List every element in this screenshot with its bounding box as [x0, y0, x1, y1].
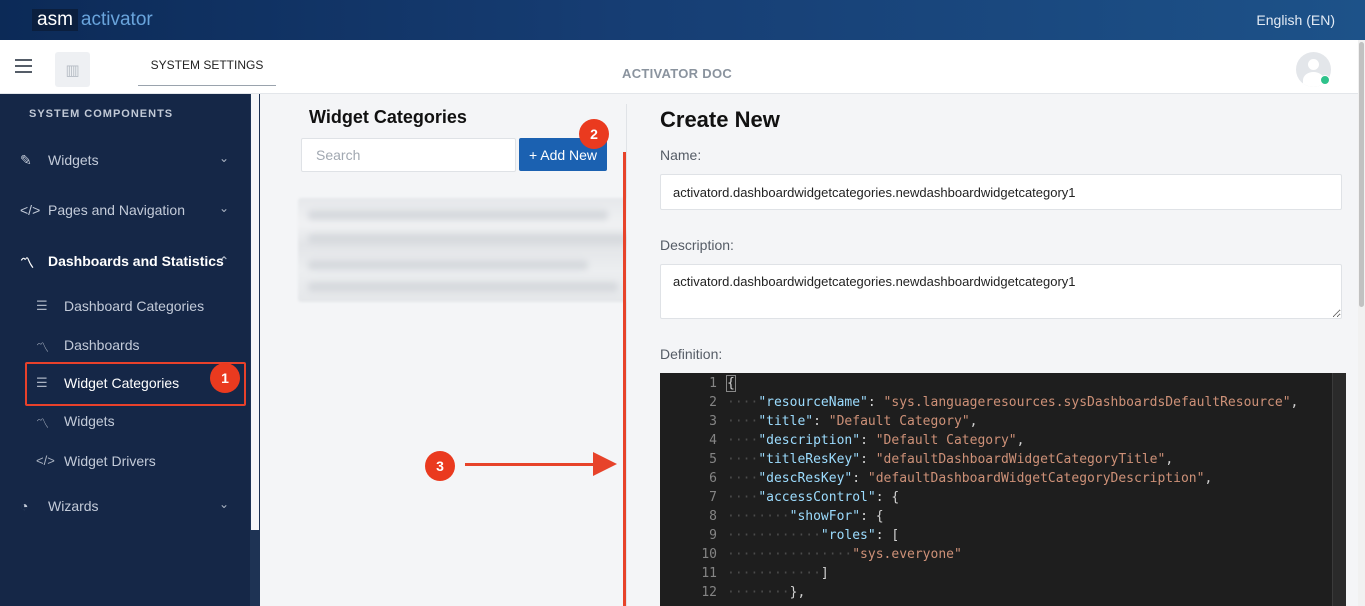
tab-system-settings[interactable]: SYSTEM SETTINGS: [138, 58, 276, 86]
line-number: 5: [709, 452, 717, 467]
chevron-down-icon: ⌄: [219, 201, 230, 215]
sidebar-subitem-dashboard-categories[interactable]: ☰ Dashboard Categories: [0, 291, 250, 321]
sidebar-subitem-label: Widgets: [64, 413, 115, 429]
sidebar-subitem-widgets[interactable]: 〽 Widgets: [0, 406, 250, 436]
code-icon: </>: [36, 453, 55, 468]
code-line[interactable]: 3 ····"title": "Default Category",: [660, 412, 1332, 431]
sidebar-scrollbar[interactable]: [250, 94, 260, 606]
code-line[interactable]: 1{: [660, 374, 1332, 393]
name-input[interactable]: [660, 174, 1342, 210]
line-number: 12: [701, 585, 717, 600]
code-line[interactable]: 8 ········"showFor": {: [660, 507, 1332, 526]
code-line[interactable]: 10 ················"sys.everyone": [660, 545, 1332, 564]
sidebar-item-widgets[interactable]: ✎ Widgets ⌄: [0, 143, 250, 177]
code-icon: </>: [20, 202, 41, 218]
definition-code-editor[interactable]: 1{2 ····"resourceName": "sys.languagereso…: [660, 373, 1346, 606]
code-text: ····"titleResKey": "defaultDashboardWidg…: [727, 452, 1174, 467]
chevron-down-icon: ⌄: [219, 497, 230, 511]
name-label: Name:: [660, 147, 702, 163]
line-number: 4: [709, 433, 717, 448]
online-status-icon: [1320, 75, 1330, 85]
step-3-badge: 3: [425, 451, 455, 481]
code-text: ········"showFor": {: [727, 509, 884, 524]
line-number: 3: [709, 414, 717, 429]
sidebar: SYSTEM COMPONENTS ✎ Widgets ⌄ </> Pages …: [0, 94, 250, 606]
code-line[interactable]: 12 ········},: [660, 583, 1332, 602]
description-textarea[interactable]: activatord.dashboardwidgetcategories.new…: [660, 264, 1342, 319]
sidebar-subitem-widget-drivers[interactable]: </> Widget Drivers: [0, 446, 250, 476]
list-check-icon: ☰: [36, 298, 48, 313]
definition-label: Definition:: [660, 346, 723, 362]
line-number: 9: [709, 528, 717, 543]
step-3-marker-line: [623, 152, 626, 606]
sidebar-item-wizards[interactable]: ◔ Wizards ⌄: [0, 489, 250, 523]
menu-toggle-icon[interactable]: [15, 59, 32, 73]
code-text: ····"descResKey": "defaultDashboardWidge…: [727, 471, 1213, 486]
wizard-icon: ◔: [20, 498, 29, 514]
building-icon[interactable]: ▥: [55, 52, 90, 87]
code-text: ····"accessControl": {: [727, 490, 900, 505]
app-header: ▥ SYSTEM SETTINGS ACTIVATOR DOC: [0, 40, 1358, 94]
code-text: ····"title": "Default Category",: [727, 414, 978, 429]
sidebar-heading: SYSTEM COMPONENTS: [29, 108, 174, 120]
page-title: ACTIVATOR DOC: [622, 66, 733, 81]
code-line[interactable]: 6 ····"descResKey": "defaultDashboardWidg…: [660, 469, 1332, 488]
line-number: 6: [709, 471, 717, 486]
code-text: ········},: [727, 585, 806, 600]
sidebar-subitem-label: Dashboard Categories: [64, 298, 205, 314]
sidebar-item-dashboards-and-statistics[interactable]: 〽 Dashboards and Statistics ⌃: [0, 244, 250, 278]
widget-categories-title: Widget Categories: [309, 107, 467, 127]
sidebar-subitem-label: Dashboards: [64, 337, 140, 353]
app-logo[interactable]: asm activator: [32, 9, 153, 31]
step-3-arrow-icon: [465, 463, 595, 466]
sidebar-item-label: Pages and Navigation: [48, 202, 185, 218]
search-input[interactable]: [301, 138, 516, 172]
line-number: 10: [701, 547, 717, 562]
sidebar-item-label: Wizards: [48, 498, 99, 514]
step-1-badge: 1: [210, 363, 240, 393]
sidebar-subitem-label: Widget Drivers: [64, 453, 156, 469]
top-bar: asm activator English (EN): [0, 0, 1365, 40]
logo-activator-text: activator: [80, 9, 153, 30]
code-text: ····"resourceName": "sys.languageresourc…: [727, 395, 1299, 410]
chevron-down-icon: ⌄: [219, 151, 230, 165]
code-line[interactable]: 4 ····"description": "Default Category",: [660, 431, 1332, 450]
code-line[interactable]: 2 ····"resourceName": "sys.languageresour…: [660, 393, 1332, 412]
chart-line-icon: 〽: [36, 340, 50, 355]
language-selector[interactable]: English (EN): [1256, 12, 1335, 28]
step-3-arrow-head-icon: [593, 452, 617, 476]
code-line[interactable]: 9 ············"roles": [: [660, 526, 1332, 545]
chart-line-icon: 〽: [20, 255, 34, 271]
code-line[interactable]: 11 ············]: [660, 564, 1332, 583]
description-label: Description:: [660, 237, 734, 253]
code-text: ············]: [727, 566, 829, 581]
page-scrollbar-thumb[interactable]: [1359, 42, 1364, 307]
logo-asm-text: asm: [32, 9, 78, 31]
step-2-badge: 2: [579, 119, 609, 149]
line-number: 7: [709, 490, 717, 505]
editor-scrollbar[interactable]: [1332, 373, 1346, 606]
blurred-category-list: [298, 198, 638, 302]
line-number: 2: [709, 395, 717, 410]
chart-line-icon: 〽: [36, 416, 50, 431]
chevron-up-icon: ⌃: [219, 254, 230, 268]
code-text: ················"sys.everyone": [727, 547, 962, 562]
code-text: ············"roles": [: [727, 528, 900, 543]
line-number: 11: [701, 566, 717, 581]
code-line[interactable]: 7 ····"accessControl": {: [660, 488, 1332, 507]
code-line[interactable]: 5 ····"titleResKey": "defaultDashboardWid…: [660, 450, 1332, 469]
sidebar-item-pages-and-navigation[interactable]: </> Pages and Navigation ⌄: [0, 193, 250, 227]
widget-edit-icon: ✎: [20, 152, 32, 168]
line-number: 1: [709, 376, 717, 391]
form-title: Create New: [660, 107, 780, 132]
code-text: ····"description": "Default Category",: [727, 433, 1025, 448]
sidebar-subitem-dashboards[interactable]: 〽 Dashboards: [0, 330, 250, 360]
sidebar-item-label: Widgets: [48, 152, 99, 168]
code-text: {: [726, 375, 736, 392]
sidebar-item-label: Dashboards and Statistics: [48, 253, 224, 269]
line-number: 8: [709, 509, 717, 524]
